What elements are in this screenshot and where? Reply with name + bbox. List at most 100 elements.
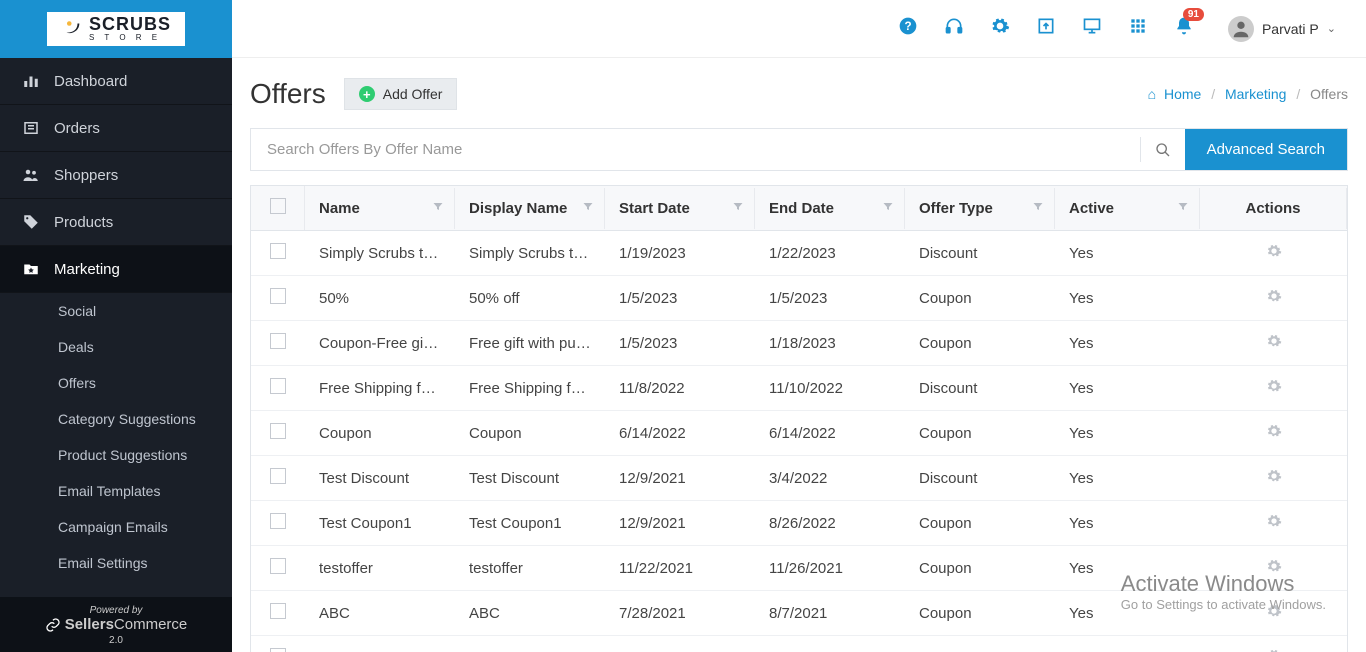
cell-start: 1/19/2023	[605, 233, 755, 274]
cell-start: 11/8/2022	[605, 368, 755, 409]
col-start[interactable]: Start Date	[619, 200, 690, 217]
table-row: Coupon-Free gift w...Free gift with purc…	[251, 321, 1347, 366]
cell-name: 50%	[305, 278, 455, 319]
col-end[interactable]: End Date	[769, 200, 834, 217]
search-input[interactable]	[251, 129, 1140, 170]
row-actions-gear-icon[interactable]	[1266, 288, 1282, 304]
breadcrumb-current: Offers	[1310, 86, 1348, 102]
row-actions-gear-icon[interactable]	[1266, 558, 1282, 574]
open-external-icon[interactable]	[1036, 16, 1056, 41]
bell-icon[interactable]: 91	[1174, 16, 1194, 41]
cell-active: Yes	[1055, 548, 1200, 589]
notification-count: 91	[1183, 8, 1204, 21]
nav-orders[interactable]: Orders	[0, 105, 232, 152]
select-all-checkbox[interactable]	[270, 198, 286, 214]
row-actions-gear-icon[interactable]	[1266, 423, 1282, 439]
row-actions-gear-icon[interactable]	[1266, 468, 1282, 484]
cell-start: 12/9/2021	[605, 458, 755, 499]
row-actions-gear-icon[interactable]	[1266, 513, 1282, 529]
search-bar: Advanced Search	[250, 128, 1348, 171]
row-checkbox[interactable]	[270, 648, 286, 652]
subnav-product-suggestions[interactable]: Product Suggestions	[0, 437, 232, 473]
row-checkbox[interactable]	[270, 513, 286, 529]
user-menu[interactable]: Parvati P ⌄	[1228, 16, 1336, 42]
cell-end: 1/22/2023	[755, 233, 905, 274]
offers-grid: Name Display Name Start Date End Date Of…	[250, 185, 1348, 652]
col-type[interactable]: Offer Type	[919, 200, 993, 217]
powered-by-label: Powered by	[0, 605, 232, 616]
subnav-category-suggestions[interactable]: Category Suggestions	[0, 401, 232, 437]
home-icon: ⌂	[1148, 86, 1156, 102]
cell-display: 50% off	[455, 278, 605, 319]
filter-icon[interactable]	[1032, 200, 1044, 217]
row-checkbox[interactable]	[270, 468, 286, 484]
nav-products[interactable]: Products	[0, 199, 232, 246]
cell-name: Coupon	[305, 413, 455, 454]
nav-dashboard[interactable]: Dashboard	[0, 58, 232, 105]
nav-label: Products	[54, 214, 113, 231]
subnav-email-settings[interactable]: Email Settings	[0, 545, 232, 581]
row-actions-gear-icon[interactable]	[1266, 243, 1282, 259]
row-actions-gear-icon[interactable]	[1266, 333, 1282, 349]
advanced-search-button[interactable]: Advanced Search	[1185, 129, 1347, 170]
row-checkbox[interactable]	[270, 603, 286, 619]
table-row: Free Shipping for o...Free Shipping for …	[251, 366, 1347, 411]
row-actions-gear-icon[interactable]	[1266, 648, 1282, 652]
nav-marketing[interactable]: Marketing	[0, 246, 232, 293]
cell-display: Test Coupon1	[455, 503, 605, 544]
cell-type: Coupon	[905, 278, 1055, 319]
search-icon[interactable]	[1141, 129, 1185, 170]
row-actions-gear-icon[interactable]	[1266, 378, 1282, 394]
row-actions-gear-icon[interactable]	[1266, 603, 1282, 619]
cell-active: Yes	[1055, 503, 1200, 544]
cell-active: Yes	[1055, 368, 1200, 409]
row-checkbox[interactable]	[270, 378, 286, 394]
cell-active: Yes	[1055, 593, 1200, 634]
col-name[interactable]: Name	[319, 200, 360, 217]
filter-icon[interactable]	[1177, 200, 1189, 217]
subnav-deals[interactable]: Deals	[0, 329, 232, 365]
breadcrumb-home[interactable]: Home	[1164, 86, 1201, 102]
cell-display: testoffer	[455, 548, 605, 589]
subnav-email-templates[interactable]: Email Templates	[0, 473, 232, 509]
monitor-icon[interactable]	[1082, 16, 1102, 41]
cell-start: 5/19/2021	[605, 638, 755, 652]
subnav-offers[interactable]: Offers	[0, 365, 232, 401]
row-checkbox[interactable]	[270, 243, 286, 259]
add-offer-button[interactable]: + Add Offer	[344, 78, 458, 110]
cell-start: 1/5/2023	[605, 278, 755, 319]
bar-chart-icon	[22, 72, 40, 90]
apps-grid-icon[interactable]	[1128, 16, 1148, 41]
breadcrumb-marketing[interactable]: Marketing	[1225, 86, 1286, 102]
help-icon[interactable]: ?	[898, 16, 918, 41]
cell-type: Coupon	[905, 503, 1055, 544]
page-header: Offers + Add Offer ⌂ Home / Marketing / …	[250, 78, 1348, 110]
subnav-social[interactable]: Social	[0, 293, 232, 329]
cell-name: Test Discount	[305, 458, 455, 499]
cell-start: 7/28/2021	[605, 593, 755, 634]
filter-icon[interactable]	[732, 200, 744, 217]
nav-label: Shoppers	[54, 167, 118, 184]
row-checkbox[interactable]	[270, 423, 286, 439]
content-area: Offers + Add Offer ⌂ Home / Marketing / …	[232, 58, 1366, 652]
cell-type: Discount	[905, 458, 1055, 499]
gear-icon[interactable]	[990, 16, 1010, 41]
subnav-campaign-emails[interactable]: Campaign Emails	[0, 509, 232, 545]
filter-icon[interactable]	[882, 200, 894, 217]
row-checkbox[interactable]	[270, 333, 286, 349]
logo-area: SCRUBS S T O R E	[0, 0, 232, 58]
filter-icon[interactable]	[432, 200, 444, 217]
headphones-icon[interactable]	[944, 16, 964, 41]
cell-active: Yes	[1055, 323, 1200, 364]
filter-icon[interactable]	[582, 200, 594, 217]
cell-display: Free Shipping for o...	[455, 368, 605, 409]
brand-swirl-icon	[61, 18, 83, 40]
col-active[interactable]: Active	[1069, 200, 1114, 217]
table-row: Simply Scrubs testSimply Scrubs test1/19…	[251, 231, 1347, 276]
cell-name: Cherokee Medical ...	[305, 638, 455, 652]
row-checkbox[interactable]	[270, 558, 286, 574]
cell-display: ABC	[455, 593, 605, 634]
nav-shoppers[interactable]: Shoppers	[0, 152, 232, 199]
col-display[interactable]: Display Name	[469, 200, 567, 217]
row-checkbox[interactable]	[270, 288, 286, 304]
